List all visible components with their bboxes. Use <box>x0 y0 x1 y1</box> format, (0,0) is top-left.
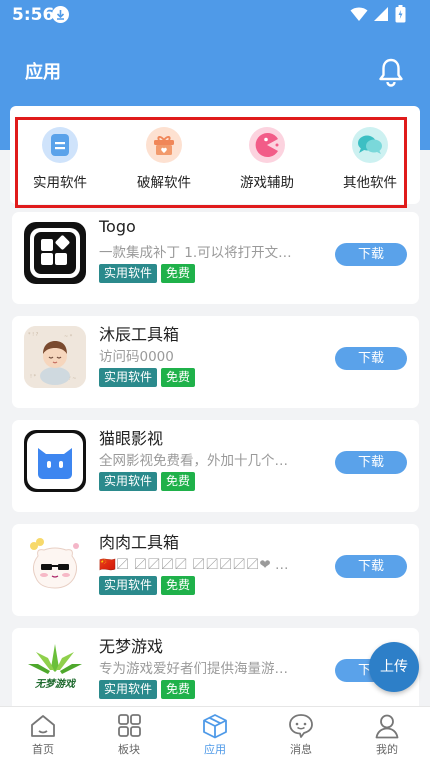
app-tags: 实用软件 免费 <box>99 264 196 283</box>
app-tags: 实用软件 免费 <box>99 576 196 595</box>
app-name: 沐辰工具箱 <box>99 325 180 344</box>
price-tag: 免费 <box>161 680 196 699</box>
user-icon <box>375 714 399 739</box>
nav-home[interactable]: 首页 <box>0 707 86 764</box>
download-button[interactable]: 下载 <box>335 555 407 578</box>
price-tag: 免费 <box>161 264 196 283</box>
wumeng-logo-text: 无梦游戏 <box>34 678 77 690</box>
svg-text:! *: ! * <box>30 374 37 380</box>
category-tag: 实用软件 <box>99 680 158 699</box>
nav-label: 消息 <box>290 743 312 756</box>
app-tags: 实用软件 免费 <box>99 368 196 387</box>
price-tag: 免费 <box>161 368 196 387</box>
download-button[interactable]: 下载 <box>335 243 407 266</box>
wumeng-app-icon: 无梦游戏 <box>24 638 86 700</box>
download-button[interactable]: 下载 <box>335 451 407 474</box>
category-tag: 实用软件 <box>99 576 158 595</box>
nav-label: 应用 <box>204 743 226 756</box>
nav-label: 我的 <box>376 743 398 756</box>
app-name: 猫眼影视 <box>99 429 164 448</box>
download-notification-icon <box>52 6 69 23</box>
rourou-app-icon <box>24 534 86 596</box>
app-card-rourou[interactable]: 肉肉工具箱 🇨🇳〼 〼〼〼〼 〼〼〼〼〼❤ … 实用软件 免费 下载 <box>12 524 419 616</box>
nav-apps[interactable]: 应用 <box>172 707 258 764</box>
nav-boards[interactable]: 板块 <box>86 707 172 764</box>
message-icon <box>289 714 313 738</box>
upload-button[interactable]: 上传 <box>369 642 419 692</box>
app-name: Togo <box>99 217 136 236</box>
svg-text:* ! ?: * ! ? <box>28 332 39 338</box>
muchen-app-icon: * ! ? ~ *! *? ~ <box>24 326 86 388</box>
cube-icon <box>203 714 227 739</box>
app-card-muchen[interactable]: * ! ? ~ *! *? ~ 沐辰工具箱 访问码0000 实用软件 免费 下载 <box>12 316 419 408</box>
bell-icon[interactable] <box>377 57 405 87</box>
svg-text:~ *: ~ * <box>64 334 73 340</box>
app-description: 访问码0000 <box>99 349 174 365</box>
price-tag: 免费 <box>161 576 196 595</box>
grid-icon <box>118 714 141 737</box>
category-tag: 实用软件 <box>99 368 158 387</box>
app-tags: 实用软件 免费 <box>99 680 196 699</box>
nav-messages[interactable]: 消息 <box>258 707 344 764</box>
app-card-maoyan[interactable]: 猫眼影视 全网影视免费看，外加十几个… 实用软件 免费 下载 <box>12 420 419 512</box>
category-tag: 实用软件 <box>99 264 158 283</box>
download-button[interactable]: 下载 <box>335 347 407 370</box>
status-bar: 5:56 <box>0 0 430 30</box>
category-highlight-box <box>15 117 407 208</box>
wifi-icon <box>350 7 368 21</box>
cat-eye-app-icon <box>24 430 86 492</box>
app-tags: 实用软件 免费 <box>99 472 196 491</box>
togo-app-icon <box>24 222 86 284</box>
app-card-togo[interactable]: Togo 一款集成补丁 1.可以将打开文… 实用软件 免费 下载 <box>12 212 419 304</box>
nav-label: 板块 <box>118 743 140 756</box>
home-icon <box>31 715 55 737</box>
app-name: 肉肉工具箱 <box>99 533 180 552</box>
page-title: 应用 <box>25 62 61 83</box>
nav-profile[interactable]: 我的 <box>344 707 430 764</box>
app-description: 专为游戏爱好者们提供海量游… <box>99 661 288 677</box>
app-description: 全网影视免费看，外加十几个… <box>99 453 288 469</box>
battery-icon <box>395 5 406 23</box>
status-time: 5:56 <box>12 5 55 25</box>
price-tag: 免费 <box>161 472 196 491</box>
status-icons <box>350 5 406 23</box>
app-name: 无梦游戏 <box>99 637 164 656</box>
nav-label: 首页 <box>32 743 54 756</box>
signal-icon <box>374 7 388 21</box>
category-tag: 实用软件 <box>99 472 158 491</box>
app-description: 一款集成补丁 1.可以将打开文… <box>99 245 292 261</box>
bottom-nav: 首页 板块 应用 消息 我的 <box>0 706 430 764</box>
app-description: 🇨🇳〼 〼〼〼〼 〼〼〼〼〼❤ … <box>99 557 289 573</box>
